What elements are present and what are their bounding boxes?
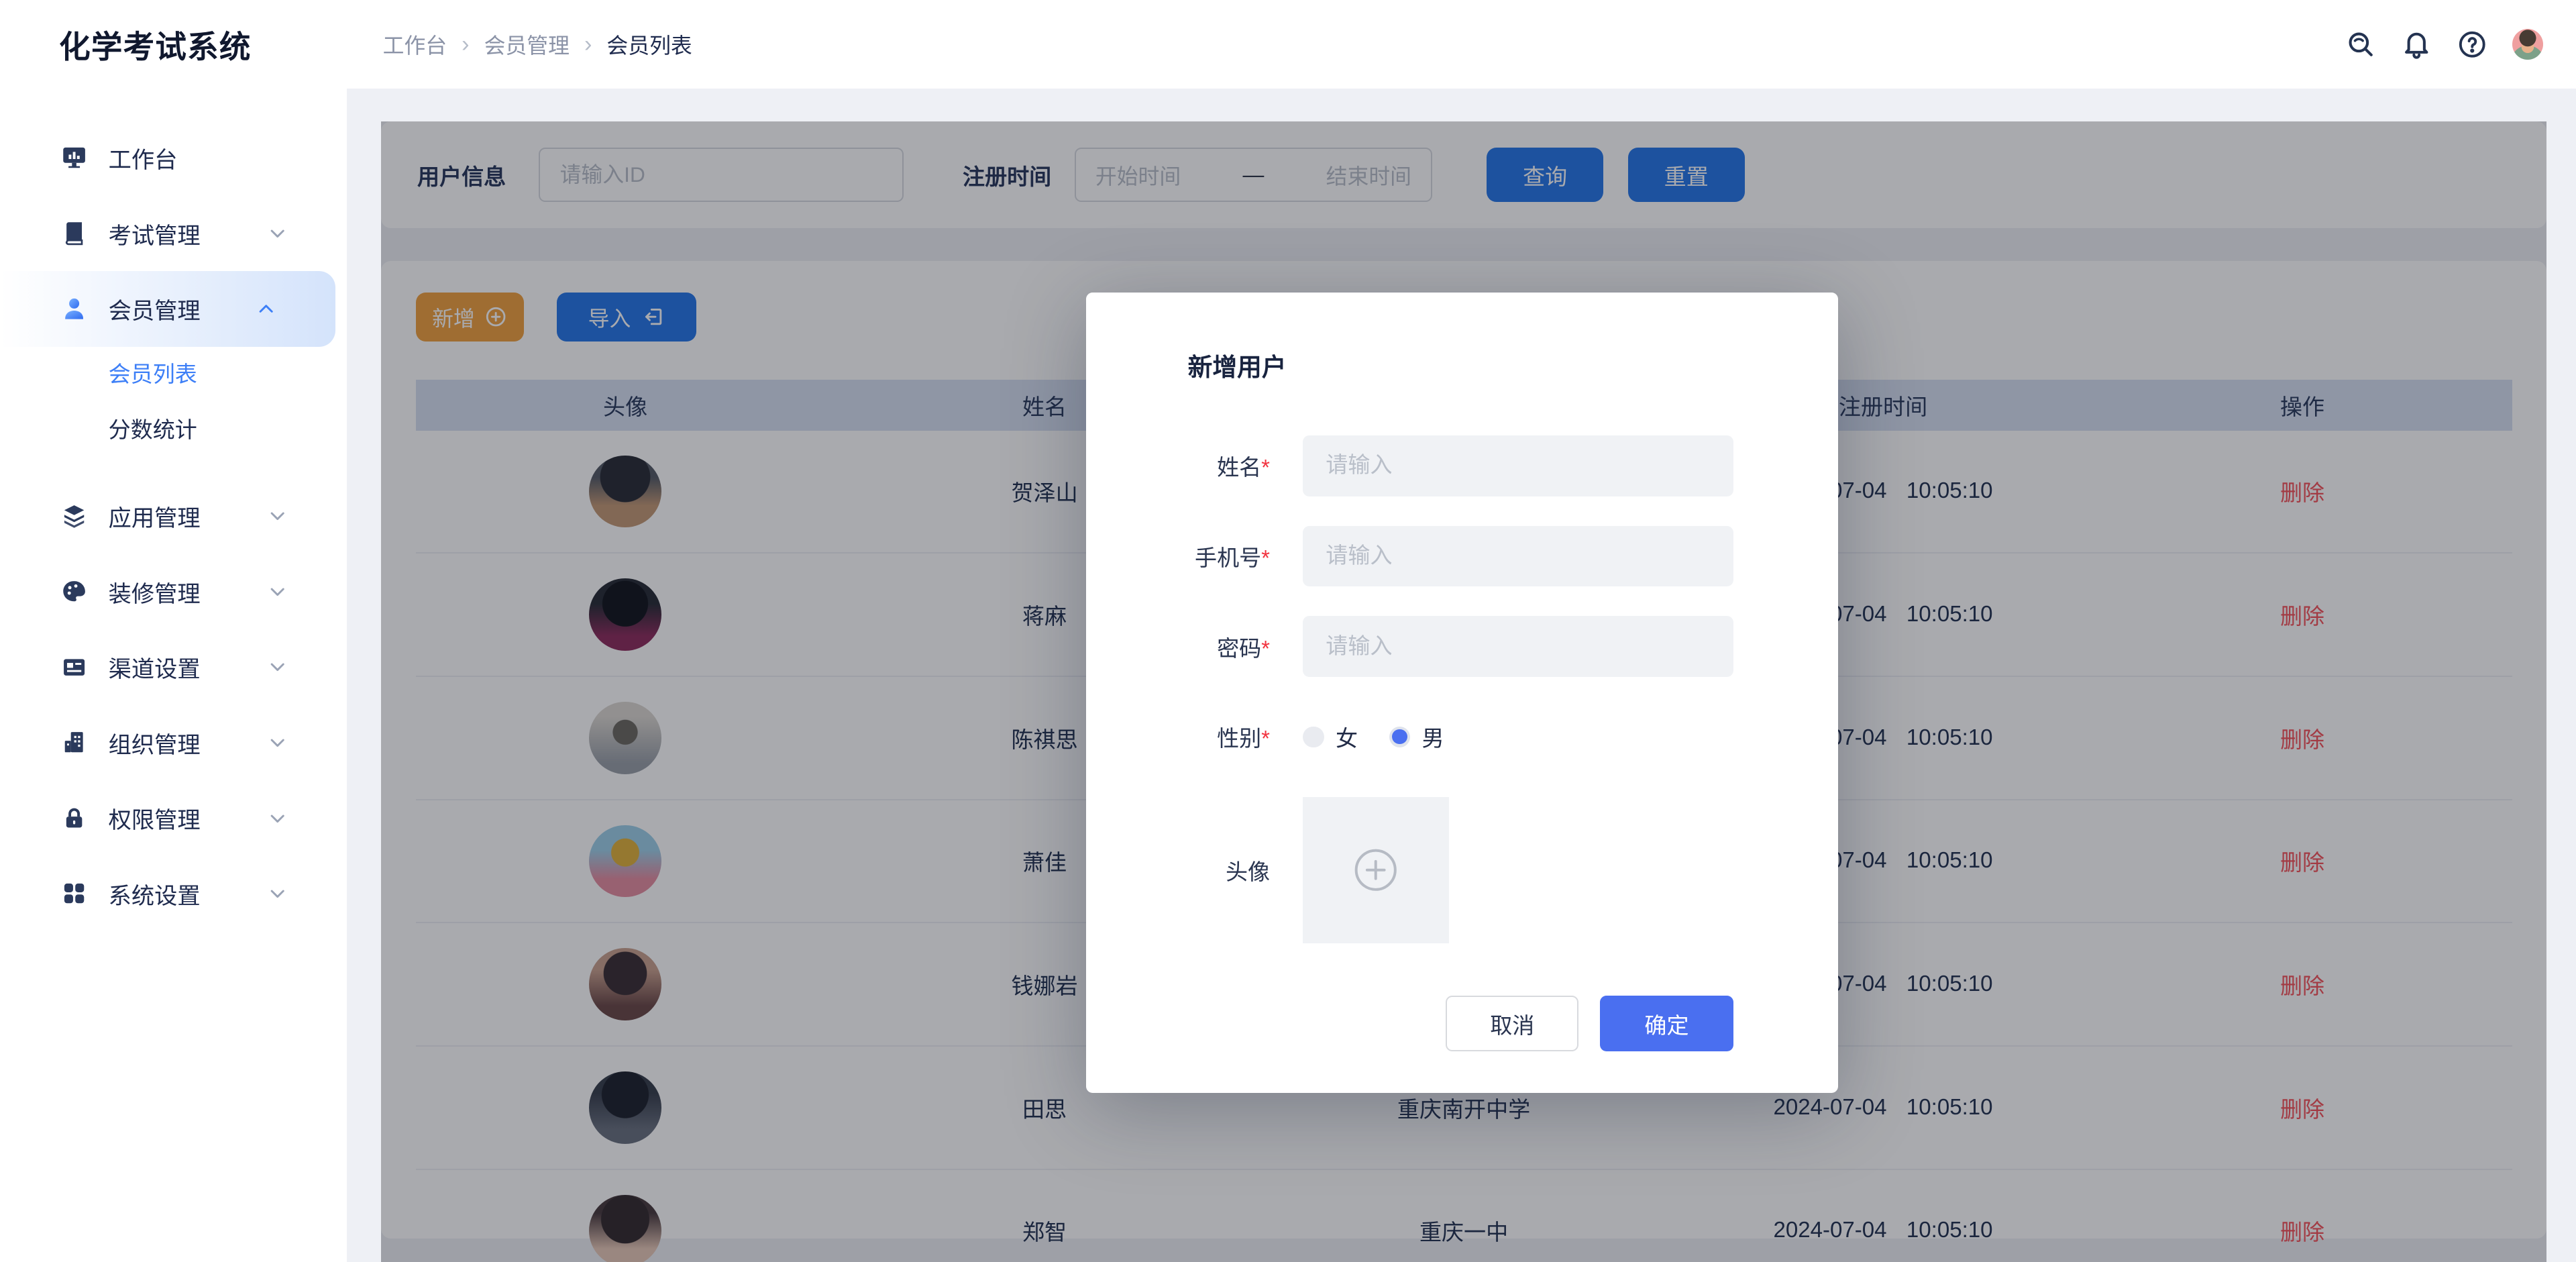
- add-user-modal: 新增用户 姓名* 手机号* 密码* 性别* 女 男: [1085, 292, 1839, 1093]
- org-icon: [61, 729, 87, 755]
- sidebar-item-label: 组织管理: [108, 732, 201, 758]
- sidebar-item-label: 渠道设置: [108, 657, 201, 683]
- sidebar-item-label: 装修管理: [108, 581, 201, 607]
- chevron-down-icon: [268, 733, 287, 752]
- bell-icon[interactable]: [2400, 28, 2433, 61]
- name-input[interactable]: [1303, 435, 1733, 496]
- member-icon: [61, 296, 87, 322]
- password-label: 密码: [1217, 636, 1262, 662]
- dashboard-icon: [61, 144, 87, 170]
- palette-icon: [61, 578, 87, 604]
- chevron-up-icon: [256, 299, 276, 319]
- sidebar-item-label: 考试管理: [108, 223, 201, 249]
- chevron-down-icon: [268, 582, 287, 601]
- breadcrumb-item[interactable]: 工作台: [383, 29, 447, 60]
- sidebar-item-label: 系统设置: [108, 884, 201, 910]
- sidebar-item-permission-mgmt[interactable]: 权限管理: [0, 780, 347, 856]
- user-avatar[interactable]: [2512, 28, 2544, 60]
- channel-icon: [61, 654, 87, 680]
- search-icon[interactable]: [2345, 28, 2377, 61]
- chevron-down-icon: [268, 808, 287, 828]
- app-root: 化学考试系统 工作台 › 会员管理 › 会员列表 工作台 考试管理 会员管理 会…: [0, 0, 2576, 1262]
- form-row-phone: 手机号*: [1086, 525, 1839, 587]
- topbar-actions: [2345, 28, 2576, 61]
- sidebar-item-score-stats[interactable]: 分数统计: [0, 403, 347, 458]
- chevron-down-icon: [268, 657, 287, 676]
- modal-footer: 取消 确定: [1086, 996, 1839, 1052]
- form-row-gender: 性别* 女 男: [1086, 706, 1839, 768]
- sidebar-item-exam-mgmt[interactable]: 考试管理: [0, 195, 347, 271]
- layers-icon: [61, 503, 87, 529]
- avatar-upload-box[interactable]: [1303, 796, 1449, 943]
- sidebar-item-app-mgmt[interactable]: 应用管理: [0, 478, 347, 554]
- sidebar-item-label: 应用管理: [108, 505, 201, 531]
- confirm-button[interactable]: 确定: [1600, 996, 1733, 1052]
- avatar-label: 头像: [1225, 859, 1271, 885]
- radio-circle-checked: [1389, 726, 1411, 748]
- sidebar-item-channel-settings[interactable]: 渠道设置: [0, 629, 347, 705]
- sidebar-item-label: 会员管理: [108, 299, 201, 325]
- required-mark: *: [1261, 546, 1271, 572]
- female-label: 女: [1335, 727, 1358, 752]
- breadcrumb-current: 会员列表: [606, 34, 692, 58]
- gender-label: 性别: [1217, 727, 1262, 752]
- sidebar-item-decor-mgmt[interactable]: 装修管理: [0, 554, 347, 629]
- help-icon[interactable]: [2456, 28, 2489, 61]
- required-mark: *: [1261, 456, 1271, 481]
- radio-female[interactable]: 女: [1303, 721, 1358, 753]
- radio-circle-unchecked: [1303, 726, 1324, 748]
- sidebar-item-label: 工作台: [108, 148, 178, 174]
- chevron-down-icon: [268, 223, 287, 243]
- form-row-password: 密码*: [1086, 616, 1839, 678]
- chevron-down-icon: [268, 884, 287, 903]
- sidebar-item-org-mgmt[interactable]: 组织管理: [0, 704, 347, 780]
- sidebar-submenu: 会员列表 分数统计: [0, 347, 347, 459]
- sidebar-item-member-list[interactable]: 会员列表: [0, 347, 347, 403]
- password-input[interactable]: [1303, 616, 1733, 678]
- settings-icon: [61, 880, 87, 906]
- lock-icon: [61, 805, 87, 831]
- phone-label: 手机号: [1195, 546, 1262, 572]
- chevron-down-icon: [268, 506, 287, 525]
- breadcrumb-item[interactable]: 会员管理: [484, 29, 570, 60]
- sidebar-item-workbench[interactable]: 工作台: [0, 120, 347, 196]
- modal-title: 新增用户: [1187, 353, 1287, 381]
- sidebar-item-member-mgmt[interactable]: 会员管理: [0, 271, 335, 347]
- book-icon: [61, 220, 87, 246]
- form-row-avatar: 头像: [1086, 796, 1839, 943]
- gender-radio-group: 女 男: [1303, 721, 1444, 753]
- form-row-name: 姓名*: [1086, 435, 1839, 496]
- radio-male[interactable]: 男: [1389, 721, 1444, 753]
- breadcrumb: 工作台 › 会员管理 › 会员列表: [383, 29, 692, 60]
- breadcrumb-separator: ›: [462, 31, 470, 57]
- phone-input[interactable]: [1303, 525, 1733, 587]
- breadcrumb-separator: ›: [584, 31, 592, 57]
- top-bar: 化学考试系统 工作台 › 会员管理 › 会员列表: [0, 0, 2576, 89]
- app-title: 化学考试系统: [59, 29, 252, 64]
- sidebar-item-system-settings[interactable]: 系统设置: [0, 856, 347, 932]
- plus-circle-icon: [1354, 849, 1397, 891]
- name-label: 姓名: [1217, 456, 1262, 481]
- male-label: 男: [1421, 727, 1444, 752]
- sidebar: 工作台 考试管理 会员管理 会员列表 分数统计 应用管理 装修管理 渠道设置 组…: [0, 89, 347, 1262]
- required-mark: *: [1261, 636, 1271, 662]
- required-mark: *: [1261, 727, 1271, 752]
- sidebar-item-label: 权限管理: [108, 808, 201, 834]
- cancel-button[interactable]: 取消: [1446, 996, 1579, 1052]
